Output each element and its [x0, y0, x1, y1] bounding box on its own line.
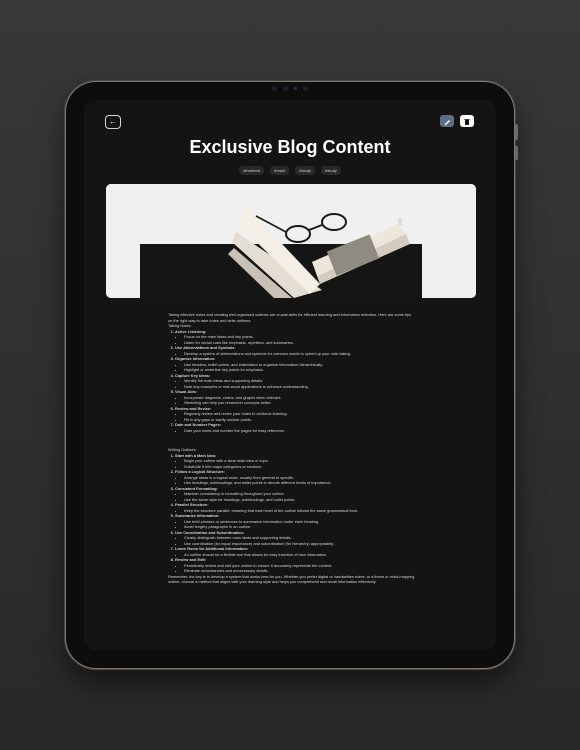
open-book-with-glasses-image	[106, 184, 476, 298]
list-item: Review and Revise: Regularly review and …	[175, 406, 416, 423]
tag-list: #frontend #react #study #study	[84, 166, 496, 175]
volume-button	[515, 146, 518, 160]
pencil-icon	[444, 120, 450, 126]
tablet-frame: ← Exclusive Blog Content #frontend #reac…	[66, 82, 518, 668]
sensor-icon	[294, 87, 297, 90]
hero-image	[106, 184, 476, 298]
tag-badge[interactable]: #study	[321, 166, 341, 175]
list-item: Consistent Formatting: Maintain consiste…	[175, 486, 416, 503]
camera-icon	[272, 86, 277, 91]
edit-button[interactable]	[440, 115, 454, 127]
camera-icon	[283, 86, 288, 91]
outlines-list: Start with a Main Idea: Begin your outli…	[168, 453, 416, 574]
list-item: Use Coordination and Subordination: Clea…	[175, 530, 416, 547]
tag-badge[interactable]: #react	[270, 166, 290, 175]
list-item: Start with a Main Idea: Begin your outli…	[175, 453, 416, 470]
list-item: Organize Information: Use headers, bulle…	[175, 356, 416, 373]
arrow-left-icon: ←	[109, 117, 117, 126]
list-item: Use Abbreviations and Symbols: Develop a…	[175, 345, 416, 356]
taking-notes-list: Active Listening: Focus on the main idea…	[168, 329, 416, 434]
trash-icon	[464, 119, 470, 125]
list-item: Active Listening: Focus on the main idea…	[175, 329, 416, 346]
article-body: Taking effective notes and creating well…	[168, 312, 416, 585]
list-item: Follow a Logical Structure: Arrange idea…	[175, 469, 416, 486]
back-button[interactable]: ←	[105, 115, 121, 129]
page-title: Exclusive Blog Content	[189, 137, 391, 157]
tag-badge[interactable]: #study	[295, 166, 316, 175]
list-item: Review and Edit: Periodically review and…	[175, 557, 416, 574]
list-item: Parallel Structure: Keep the structure p…	[175, 502, 416, 513]
app-screen: ← Exclusive Blog Content #frontend #reac…	[84, 100, 496, 650]
power-button	[515, 124, 518, 140]
conclusion-paragraph: Remember, the key is to develop a system…	[168, 573, 415, 585]
tag-badge[interactable]: #frontend	[239, 166, 265, 175]
intro-paragraph: Taking effective notes and creating well…	[168, 312, 412, 323]
list-item: Summarize Information: Use brief phrases…	[175, 513, 416, 530]
list-item: Visual Aids: Incorporate diagrams, chart…	[175, 389, 416, 406]
camera-array	[272, 86, 308, 91]
list-item: Leave Room for Additional Information: A…	[175, 546, 416, 557]
list-item: Date and Number Pages: Date your notes a…	[175, 422, 416, 433]
list-item: Capture Key Ideas: Identify the main ide…	[175, 373, 416, 390]
camera-icon	[303, 86, 308, 91]
delete-button[interactable]	[460, 115, 474, 127]
